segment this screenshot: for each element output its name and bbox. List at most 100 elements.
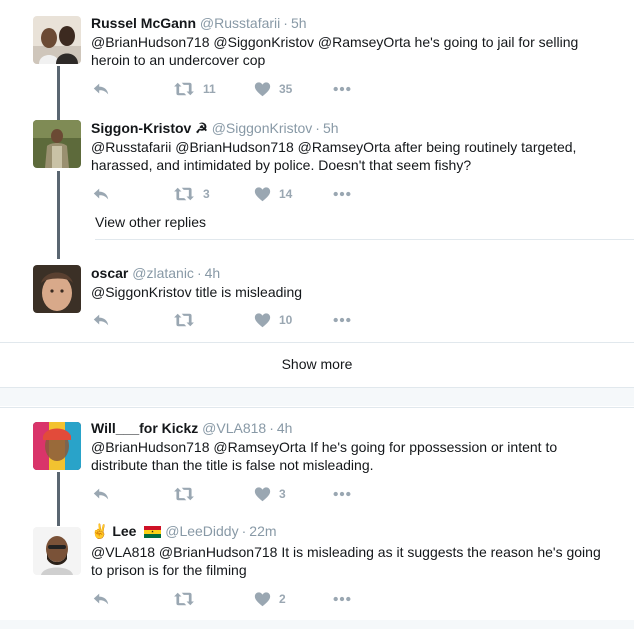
tweet-will-for-kickz[interactable]: Will___for Kickz @VLA818 · 4h @BrianHudson… [0, 408, 634, 513]
conversation-gap [0, 388, 634, 406]
ghana-flag-icon [144, 525, 162, 538]
tweet-header: oscar @zlatanic · 4h [91, 265, 220, 281]
tweet-actions: 10 [91, 310, 371, 330]
display-name[interactable]: oscar [91, 265, 128, 281]
avatar[interactable] [33, 120, 81, 168]
display-name[interactable]: Siggon-Kristov ☭ [91, 120, 208, 136]
more-button[interactable] [332, 589, 352, 609]
tweet-russel-mcgann[interactable]: Russel McGann @Russtafarii · 5h @BrianHuds… [0, 0, 634, 108]
retweet-icon [173, 80, 195, 98]
avatar[interactable] [33, 422, 81, 470]
heart-icon [254, 186, 271, 203]
show-more-row[interactable]: Show more [0, 342, 634, 387]
more-button[interactable] [332, 484, 352, 504]
separator: · [315, 120, 320, 136]
heart-icon [254, 312, 271, 329]
tweet-lee[interactable]: ✌ Lee @LeeDiddy · 22m @VLA818 @BrianHudson… [0, 513, 634, 619]
timestamp[interactable]: 4h [277, 420, 293, 436]
more-button[interactable] [332, 310, 352, 330]
reply-icon [92, 80, 110, 98]
reply-icon [92, 485, 110, 503]
reply-button[interactable] [92, 310, 110, 330]
retweet-button[interactable]: 11 [173, 79, 216, 99]
display-name[interactable]: ✌ Lee [91, 523, 165, 539]
more-dots-icon [332, 590, 352, 608]
conversation-1: Russel McGann @Russtafarii · 5h @BrianHuds… [0, 0, 634, 388]
reply-icon [92, 311, 110, 329]
conversation-2: Will___for Kickz @VLA818 · 4h @BrianHudson… [0, 407, 634, 621]
retweet-button[interactable]: 3 [173, 184, 210, 204]
tweet-text: @Russtafarii @BrianHudson718 @RamseyOrta… [91, 139, 577, 173]
more-button[interactable] [332, 79, 352, 99]
like-button[interactable]: 10 [254, 310, 292, 330]
separator: · [269, 420, 274, 436]
like-button[interactable]: 2 [254, 589, 286, 609]
victory-hand-emoji: ✌ [91, 523, 109, 539]
heart-icon [254, 486, 271, 503]
tweet-actions: 11 35 [91, 79, 371, 99]
timestamp[interactable]: 22m [249, 523, 276, 539]
more-dots-icon [332, 485, 352, 503]
user-handle[interactable]: @zlatanic [132, 265, 194, 281]
reply-button[interactable] [92, 184, 110, 204]
like-count: 2 [279, 592, 286, 606]
retweet-icon [173, 485, 195, 503]
reply-button[interactable] [92, 589, 110, 609]
tweet-header: Russel McGann @Russtafarii · 5h [91, 15, 307, 31]
retweet-icon [173, 185, 195, 203]
timestamp[interactable]: 5h [323, 120, 339, 136]
user-handle[interactable]: @SiggonKristov [212, 120, 313, 136]
more-dots-icon [332, 80, 352, 98]
timestamp[interactable]: 4h [205, 265, 221, 281]
reply-icon [92, 590, 110, 608]
user-handle[interactable]: @VLA818 [202, 420, 266, 436]
more-dots-icon [332, 185, 352, 203]
like-count: 35 [279, 82, 293, 96]
tweet-header: Siggon-Kristov ☭ @SiggonKristov · 5h [91, 120, 339, 137]
heart-icon [254, 591, 271, 608]
avatar[interactable] [33, 265, 81, 313]
tweet-actions: 3 14 [91, 184, 371, 204]
like-button[interactable]: 14 [254, 184, 292, 204]
retweet-button[interactable] [173, 484, 195, 504]
tweet-text: @VLA818 @BrianHudson718 It is misleading… [91, 544, 601, 578]
tweet-actions: 2 [91, 589, 371, 609]
avatar[interactable] [33, 527, 81, 575]
display-name[interactable]: Will___for Kickz [91, 420, 198, 436]
user-handle[interactable]: @Russtafarii [200, 15, 280, 31]
heart-icon [254, 81, 271, 98]
display-name[interactable]: Russel McGann [91, 15, 196, 31]
separator: · [196, 265, 202, 281]
retweet-count: 3 [203, 187, 210, 201]
retweet-icon [173, 311, 195, 329]
reply-icon [92, 185, 110, 203]
hammer-sickle-emoji: ☭ [195, 120, 208, 136]
user-handle[interactable]: @LeeDiddy [165, 523, 238, 539]
more-button[interactable] [332, 184, 352, 204]
tweet-oscar[interactable]: oscar @zlatanic · 4h @SiggonKristov title … [0, 255, 634, 341]
like-count: 14 [279, 187, 293, 201]
retweet-button[interactable] [173, 589, 195, 609]
separator: · [241, 523, 247, 539]
like-button[interactable]: 35 [254, 79, 292, 99]
timestamp[interactable]: 5h [291, 15, 307, 31]
retweet-button[interactable] [173, 310, 195, 330]
tweet-header: Will___for Kickz @VLA818 · 4h [91, 420, 292, 436]
show-more-button[interactable]: Show more [0, 356, 634, 372]
tweet-siggon-kristov[interactable]: Siggon-Kristov ☭ @SiggonKristov · 5h @Russ… [0, 108, 634, 208]
tweet-text: @BrianHudson718 @SiggonKristov @RamseyOr… [91, 34, 579, 68]
tweet-text: @SiggonKristov title is misleading [91, 284, 303, 300]
like-count: 3 [279, 487, 286, 501]
conversation-gap [0, 620, 634, 629]
like-button[interactable]: 3 [254, 484, 286, 504]
reply-button[interactable] [92, 79, 110, 99]
view-other-replies-link[interactable]: View other replies [95, 214, 206, 230]
reply-button[interactable] [92, 484, 110, 504]
tweet-header: ✌ Lee @LeeDiddy · 22m [91, 523, 277, 540]
like-count: 10 [279, 313, 293, 327]
tweet-actions: 3 [91, 484, 371, 504]
retweet-count: 11 [203, 82, 216, 96]
retweet-icon [173, 590, 195, 608]
separator: · [283, 15, 288, 31]
avatar[interactable] [33, 16, 81, 64]
